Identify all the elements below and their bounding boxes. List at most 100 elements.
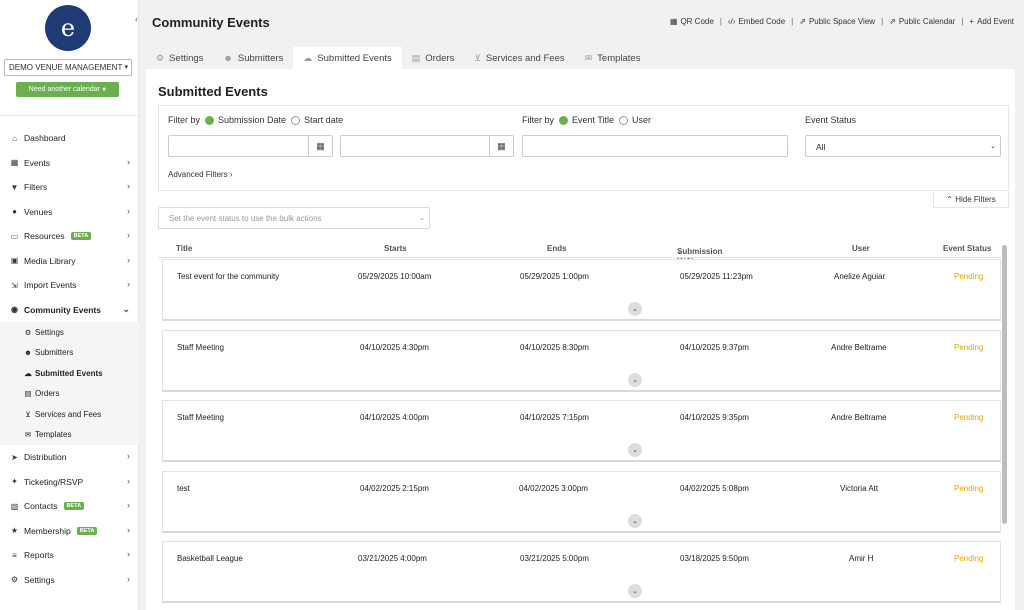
user-radio[interactable] [619,115,629,125]
qr-code-link[interactable]: ▦ QR Code [670,17,714,26]
need-another-calendar-button[interactable]: Need another calendar ● [16,82,119,97]
column-event-status[interactable]: Event Status [943,244,991,253]
sidebar-item-dashboard[interactable]: ⌂ Dashboard [0,126,139,151]
embed-code-link[interactable]: ‹/› Embed Code [728,17,785,26]
calendar-icon[interactable]: ▦ [489,136,513,156]
public-space-view-link[interactable]: ⇗ Public Space View [799,17,875,26]
sidebar-item-import-events[interactable]: ⇲ Import Events › [0,273,139,298]
expand-row-icon[interactable]: ⌄ [628,302,642,316]
chevron-down-icon: ⌄ [419,215,425,222]
table-row[interactable]: Test event for the community 05/29/2025 … [162,259,1001,321]
table-scrollbar[interactable] [1002,245,1007,524]
separator: | [961,17,964,26]
bulk-action-select[interactable]: Set the event status to use the bulk act… [158,207,430,229]
table-row[interactable]: test 04/02/2025 2:15pm 04/02/2025 3:00pm… [162,471,1001,533]
tab-templates[interactable]: ✉ Templates [575,47,651,69]
event-title-radio[interactable] [559,115,569,125]
logo-glyph: e [60,14,76,42]
column-user[interactable]: User [852,244,870,253]
submenu-item-label: Templates [35,430,72,440]
sidebar-item-ticketing[interactable]: ✦ Ticketing/RSVP › [0,470,139,495]
envelope-icon: ✉ [584,52,593,63]
submission-date-radio[interactable] [205,115,215,125]
expand-row-icon[interactable]: ⌄ [628,373,642,387]
submenu-item-label: Services and Fees [35,409,102,419]
gears-icon: ⚙ [10,575,19,585]
star-icon: ★ [10,526,19,536]
sidebar-item-resources[interactable]: ▭ Resources BETA › [0,224,139,249]
start-date-radio[interactable] [291,115,301,125]
envelope-icon: ✉ [24,430,32,440]
table-header: Title Starts Ends ⌄ Submission Date User… [162,241,1001,265]
expand-row-icon[interactable]: ⌄ [628,443,642,457]
search-text-input[interactable] [522,135,788,157]
venue-select-value: DEMO VENUE MANAGEMENT [9,63,123,72]
venue-select[interactable]: DEMO VENUE MANAGEMENT ▾ [4,59,132,76]
cell-ends: 05/29/2025 1:00pm [520,272,589,281]
sidebar-item-filters[interactable]: ▼ Filters › [0,175,139,200]
tab-label: Services and Fees [485,52,565,64]
column-title[interactable]: Title [176,244,192,253]
cell-starts: 05/29/2025 10:00am [358,272,432,281]
filter-by-label: Filter by [168,115,201,125]
cell-user: Victoria Att [840,484,879,493]
app-logo[interactable]: e [45,5,91,51]
submenu-item-settings[interactable]: ⚙ Settings [0,322,139,343]
submenu-item-submitters[interactable]: ☻ Submitters [0,343,139,364]
image-icon: ▣ [10,256,19,266]
cell-status: Pending [954,484,984,493]
cloud-upload-icon: ☁ [303,52,313,63]
tab-submitted-events[interactable]: ☁ Submitted Events [293,47,402,69]
sidebar-item-venues[interactable]: ● Venues › [0,200,139,225]
need-calendar-label: Need another calendar [28,86,101,93]
tab-orders[interactable]: ▤ Orders [402,47,465,69]
table-row[interactable]: Staff Meeting 04/10/2025 4:30pm 04/10/20… [162,330,1001,392]
expand-row-icon[interactable]: ⌄ [628,514,642,528]
sidebar-item-events[interactable]: ▦ Events › [0,151,139,176]
users-icon: ☻ [223,53,233,63]
text-filter-group: Filter by Event Title User [522,115,651,125]
submenu-item-label: Settings [35,327,64,337]
public-calendar-link[interactable]: ⇗ Public Calendar [889,17,955,26]
cell-user: Amir H [849,554,874,563]
chevron-right-icon: › [127,549,130,559]
table-row[interactable]: Basketball League 03/21/2025 4:00pm 03/2… [162,541,1001,603]
import-icon: ⇲ [11,280,18,290]
sidebar-collapse-icon[interactable]: ‹ [135,14,138,24]
submenu-item-templates[interactable]: ✉ Templates [0,425,139,446]
event-status-select[interactable]: All ⌄ [805,135,1001,157]
cell-submission-date: 05/29/2025 11:23pm [680,272,753,281]
sidebar-item-media-library[interactable]: ▣ Media Library › [0,249,139,274]
qr-code-label: QR Code [680,17,714,26]
sidebar-item-distribution[interactable]: ➤ Distribution › [0,445,139,470]
submenu-item-submitted-events[interactable]: ☁ Submitted Events [0,363,139,384]
date-from-input[interactable]: ▦ [168,135,333,157]
tab-services-and-fees[interactable]: ⊻ Services and Fees [464,47,574,69]
hide-filters-button[interactable]: ⌃ Hide Filters [933,192,1009,208]
cloud-upload-icon: ☁ [24,368,32,378]
sidebar-item-settings[interactable]: ⚙ Settings › [0,568,139,593]
tab-submitters[interactable]: ☻ Submitters [213,47,293,69]
column-starts[interactable]: Starts [384,244,407,253]
send-icon: ➤ [11,452,18,462]
tab-settings[interactable]: ⚙ Settings [146,47,213,69]
cell-starts: 03/21/2025 4:00pm [358,554,427,563]
submenu-item-orders[interactable]: ▤ Orders [0,384,139,405]
sidebar-item-community-events[interactable]: ◉ Community Events ⌄ [0,298,139,323]
add-event-link[interactable]: + Add Event [969,17,1014,26]
submenu-item-services-and-fees[interactable]: ⊻ Services and Fees [0,404,139,425]
table-header-divider [158,257,1001,258]
expand-row-icon[interactable]: ⌄ [628,584,642,598]
sidebar-item-contacts[interactable]: ▧ Contacts BETA › [0,494,139,519]
add-event-label: Add Event [977,17,1014,26]
sidebar-item-membership[interactable]: ★ Membership BETA › [0,519,139,544]
column-ends[interactable]: Ends [547,244,567,253]
sidebar-divider [0,115,139,116]
advanced-filters-link[interactable]: Advanced Filters › [168,170,233,179]
table-row[interactable]: Staff Meeting 04/10/2025 4:00pm 04/10/20… [162,400,1001,462]
calendar-icon[interactable]: ▦ [308,136,332,156]
cell-title: test [177,484,190,493]
date-to-input[interactable]: ▦ [340,135,514,157]
sidebar-item-reports[interactable]: ≡ Reports › [0,543,139,568]
cell-starts: 04/10/2025 4:00pm [360,413,429,422]
